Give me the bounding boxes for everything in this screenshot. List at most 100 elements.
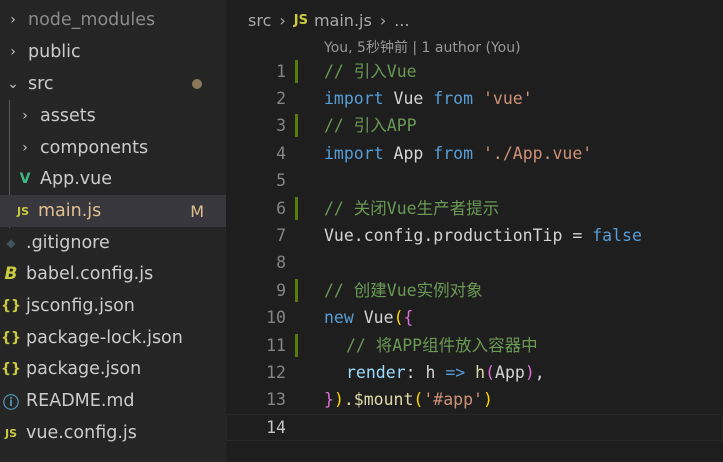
identifier: Vue (383, 89, 434, 108)
breadcrumb: src › JS main.js › ... (248, 8, 409, 32)
line-number: 4 (276, 144, 286, 163)
keyword: from (433, 144, 474, 163)
code-text: // 关闭Vue生产者提示 (324, 199, 500, 218)
explorer-sidebar: › node_modules › public ⌄ src › assets ›… (0, 0, 226, 462)
code-text: import Vue from 'vue' (324, 85, 533, 112)
brace: { (403, 308, 414, 327)
chevron-right-icon: › (10, 12, 16, 28)
git-blame-codelens[interactable]: You, 5秒钟前 | 1 author (You) (324, 37, 521, 57)
line-number: 8 (276, 253, 286, 272)
tree-item-vue-config[interactable]: JS vue.config.js (0, 417, 226, 449)
tree-item-label: vue.config.js (26, 423, 137, 443)
brace: } (324, 390, 334, 409)
code-text: import App from './App.vue' (324, 140, 592, 167)
code-line: 3 // 引入APP (226, 112, 723, 139)
code-line: 8 (226, 249, 723, 276)
code-text: }).$mount('#app') (324, 386, 493, 413)
tree-item-package-lock[interactable]: {} package-lock.json (0, 322, 226, 354)
babel-icon: B (4, 264, 18, 284)
tree-item-gitignore[interactable]: ◆ .gitignore (0, 227, 226, 259)
tree-item-components[interactable]: › components (0, 132, 226, 164)
vue-icon: V (19, 171, 31, 187)
paren: ( (413, 390, 424, 409)
chevron-right-icon: › (10, 44, 16, 60)
breadcrumb-more[interactable]: ... (394, 11, 409, 30)
line-number: 9 (276, 281, 286, 300)
line-number: 10 (266, 308, 286, 327)
chevron-right-icon: › (22, 108, 28, 124)
code-text: // 将APP组件放入容器中 (346, 336, 538, 355)
js-icon: JS (16, 204, 29, 218)
code-line: 2 import Vue from 'vue' (226, 85, 723, 112)
function-call: h (465, 363, 486, 382)
line-number: 7 (276, 226, 286, 245)
tree-item-label: .gitignore (26, 233, 110, 253)
tree-item-readme[interactable]: ⓘ README.md (0, 385, 226, 417)
chevron-down-icon: ⌄ (7, 76, 19, 92)
identifier: App (383, 144, 434, 163)
tree-item-main-js[interactable]: JS main.js M (0, 195, 226, 227)
line-number: 1 (276, 62, 286, 81)
paren: ) (333, 390, 344, 409)
tree-item-label: assets (40, 106, 96, 126)
property: render (346, 363, 406, 382)
string: './App.vue' (473, 144, 593, 163)
keyword: import (324, 144, 384, 163)
line-number: 11 (266, 336, 286, 355)
keyword: import (324, 89, 384, 108)
tree-item-label: node_modules (28, 10, 156, 30)
code-line: 7 Vue.config.productionTip = false (226, 222, 723, 249)
json-icon: {} (1, 361, 21, 377)
keyword: false (592, 226, 642, 245)
line-number: 5 (276, 171, 286, 190)
git-icon: ◆ (6, 236, 16, 250)
code-editor[interactable]: src › JS main.js › ... You, 5秒钟前 | 1 aut… (226, 0, 723, 462)
line-number: 13 (266, 390, 286, 409)
chevron-right-icon: › (379, 10, 387, 30)
git-added-marker (295, 114, 298, 137)
tree-item-babel-config[interactable]: B babel.config.js (0, 258, 226, 290)
json-icon: {} (1, 330, 21, 346)
git-added-marker (295, 334, 298, 357)
breadcrumb-folder[interactable]: src (248, 11, 271, 30)
code-line-current[interactable]: 14 (226, 414, 723, 441)
tree-item-label: main.js (38, 201, 102, 221)
line-number: 12 (266, 363, 286, 382)
code-line: 10 new Vue({ (226, 304, 723, 331)
git-added-marker (295, 279, 298, 302)
statement: Vue.config.productionTip = (324, 226, 593, 245)
tree-item-label: jsconfig.json (26, 296, 135, 316)
line-number: 14 (266, 418, 286, 437)
git-status-badge: M (190, 201, 204, 221)
punctuation: , (534, 363, 545, 382)
tree-item-package-json[interactable]: {} package.json (0, 353, 226, 385)
json-icon: {} (1, 298, 21, 314)
method-call: .$mount (343, 390, 414, 409)
code-text: // 引入Vue (324, 62, 417, 81)
paren: ) (524, 363, 535, 382)
code-text: // 引入APP (324, 116, 417, 135)
code-text: Vue.config.productionTip = false (324, 222, 642, 249)
modified-dot-icon (192, 79, 202, 89)
code-line: 12 render: h => h(App), (226, 359, 723, 386)
tree-item-label: App.vue (40, 169, 112, 189)
tree-item-src[interactable]: ⌄ src (0, 68, 226, 100)
tree-item-label: public (28, 42, 81, 62)
tree-item-label: package-lock.json (26, 328, 183, 348)
code-line: 9 // 创建Vue实例对象 (226, 277, 723, 304)
tree-item-assets[interactable]: › assets (0, 100, 226, 132)
tree-item-jsconfig[interactable]: {} jsconfig.json (0, 290, 226, 322)
tree-item-label: src (28, 74, 54, 94)
tree-item-app-vue[interactable]: V App.vue (0, 163, 226, 195)
tree-item-public[interactable]: › public (0, 36, 226, 68)
line-number: 3 (276, 116, 286, 135)
tree-item-label: package.json (26, 359, 142, 379)
keyword: from (433, 89, 474, 108)
code-text: // 创建Vue实例对象 (324, 281, 483, 300)
js-icon: JS (4, 426, 17, 440)
breadcrumb-file[interactable]: main.js (314, 11, 372, 30)
code-text: new Vue({ (324, 304, 413, 331)
line-number: 6 (276, 199, 286, 218)
code-line: 13 }).$mount('#app') (226, 386, 723, 413)
tree-item-node-modules[interactable]: › node_modules (0, 4, 226, 36)
